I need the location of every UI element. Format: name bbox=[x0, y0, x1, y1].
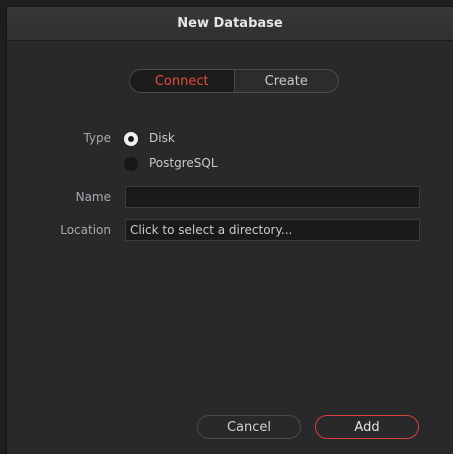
tab-create[interactable]: Create bbox=[235, 70, 339, 92]
mode-segmented-control: Connect Create bbox=[129, 69, 339, 93]
dialog-titlebar: New Database bbox=[7, 7, 453, 41]
name-input[interactable] bbox=[125, 186, 420, 208]
radio-disk[interactable] bbox=[124, 132, 138, 146]
type-label: Type bbox=[83, 131, 111, 145]
location-input[interactable] bbox=[125, 219, 420, 241]
name-label: Name bbox=[75, 190, 111, 204]
location-label: Location bbox=[60, 223, 111, 237]
add-button[interactable]: Add bbox=[315, 415, 419, 439]
cancel-button[interactable]: Cancel bbox=[197, 415, 301, 439]
new-database-dialog: New Database Connect Create Type Disk Po… bbox=[6, 6, 453, 454]
radio-selected-dot-icon bbox=[128, 136, 134, 142]
radio-postgresql-label[interactable]: PostgreSQL bbox=[149, 156, 218, 170]
tab-connect[interactable]: Connect bbox=[130, 70, 235, 92]
radio-postgresql[interactable] bbox=[124, 157, 138, 171]
dialog-title: New Database bbox=[177, 16, 283, 31]
radio-disk-label[interactable]: Disk bbox=[149, 131, 175, 145]
